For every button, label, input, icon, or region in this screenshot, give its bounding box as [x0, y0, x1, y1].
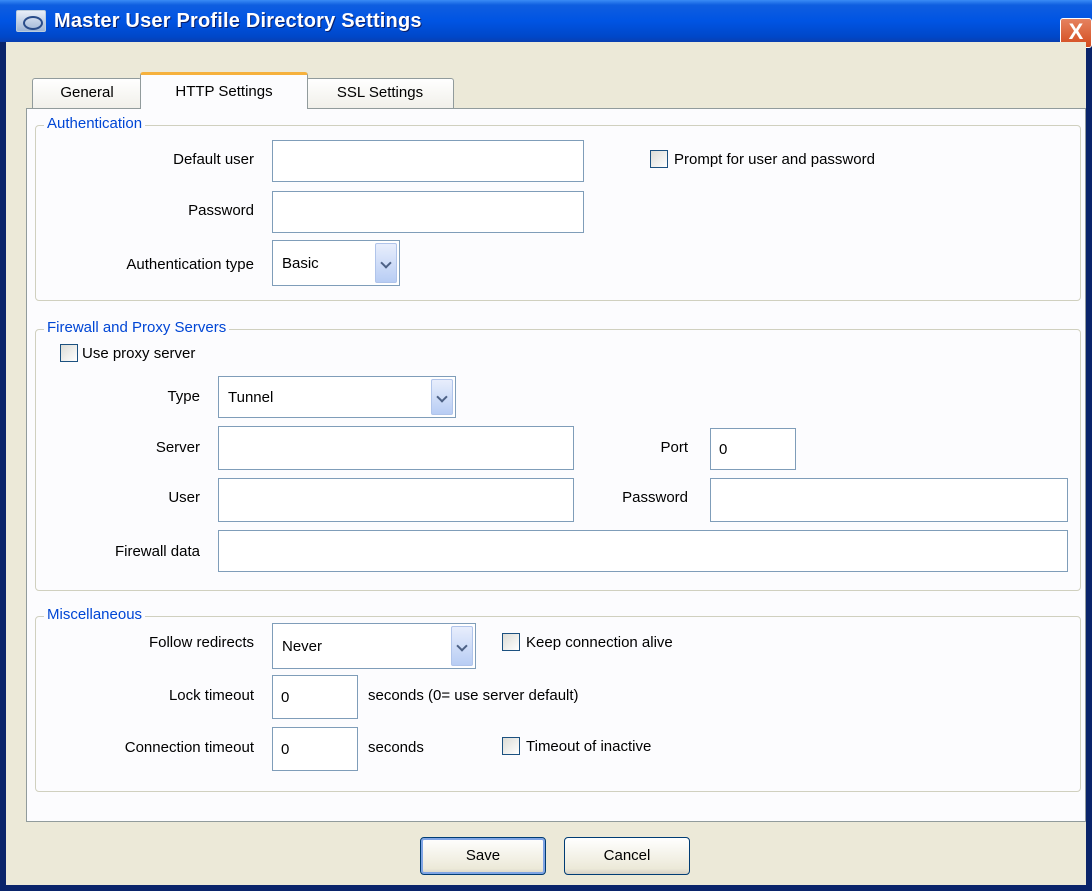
- use-proxy-label[interactable]: Use proxy server: [82, 345, 195, 362]
- chevron-down-icon[interactable]: [451, 626, 473, 666]
- lock-timeout-label: Lock timeout: [168, 687, 254, 704]
- save-button[interactable]: Save: [420, 837, 546, 875]
- follow-redirects-label: Follow redirects: [148, 634, 254, 651]
- connection-timeout-suffix: seconds: [368, 739, 424, 756]
- proxy-type-select[interactable]: Tunnel: [218, 376, 456, 418]
- tab-ssl-settings[interactable]: SSL Settings: [306, 78, 454, 108]
- authentication-legend: Authentication: [44, 115, 146, 132]
- firewall-proxy-legend: Firewall and Proxy Servers: [44, 319, 230, 336]
- title-bar[interactable]: Master User Profile Directory Settings X: [0, 0, 1092, 48]
- port-input[interactable]: 0: [710, 428, 796, 470]
- cancel-button[interactable]: Cancel: [564, 837, 690, 875]
- port-label: Port: [660, 439, 688, 456]
- proxy-type-label: Type: [167, 388, 200, 405]
- connection-timeout-input[interactable]: 0: [272, 727, 358, 771]
- prompt-user-password-label[interactable]: Prompt for user and password: [674, 151, 875, 168]
- auth-type-value: Basic: [282, 254, 319, 272]
- timeout-inactive-checkbox[interactable]: [502, 737, 520, 755]
- app-icon: [16, 10, 46, 32]
- server-label: Server: [155, 439, 200, 456]
- proxy-password-input[interactable]: [710, 478, 1068, 522]
- default-user-input[interactable]: [272, 140, 584, 182]
- password-label: Password: [188, 202, 254, 219]
- dialog-window: Master User Profile Directory Settings X…: [0, 0, 1092, 891]
- proxy-type-value: Tunnel: [228, 388, 274, 406]
- firewall-data-label: Firewall data: [114, 543, 200, 560]
- keep-alive-checkbox[interactable]: [502, 633, 520, 651]
- firewall-data-input[interactable]: [218, 530, 1068, 572]
- default-user-label: Default user: [173, 151, 254, 168]
- miscellaneous-group: Miscellaneous Follow redirects Never Kee…: [35, 606, 1081, 792]
- auth-type-select[interactable]: Basic: [272, 240, 400, 286]
- miscellaneous-legend: Miscellaneous: [44, 606, 146, 623]
- password-input[interactable]: [272, 191, 584, 233]
- dialog-client-area: General HTTP Settings SSL Settings Authe…: [6, 42, 1086, 885]
- chevron-down-icon[interactable]: [375, 243, 397, 283]
- lock-timeout-input[interactable]: 0: [272, 675, 358, 719]
- chevron-down-icon[interactable]: [431, 379, 453, 415]
- tab-http-settings[interactable]: HTTP Settings: [140, 72, 308, 109]
- proxy-password-label: Password: [622, 489, 688, 506]
- proxy-user-label: User: [168, 489, 200, 506]
- prompt-user-password-checkbox[interactable]: [650, 150, 668, 168]
- window-title: Master User Profile Directory Settings: [54, 10, 422, 32]
- tab-general[interactable]: General: [32, 78, 142, 108]
- use-proxy-checkbox[interactable]: [60, 344, 78, 362]
- connection-timeout-label: Connection timeout: [124, 739, 254, 756]
- follow-redirects-select[interactable]: Never: [272, 623, 476, 669]
- timeout-inactive-label[interactable]: Timeout of inactive: [526, 738, 651, 755]
- keep-alive-label[interactable]: Keep connection alive: [526, 634, 673, 651]
- proxy-user-input[interactable]: [218, 478, 574, 522]
- http-settings-panel: Authentication Default user Password Aut…: [26, 108, 1086, 822]
- follow-redirects-value: Never: [282, 637, 323, 655]
- auth-type-label: Authentication type: [126, 256, 254, 273]
- server-input[interactable]: [218, 426, 574, 470]
- lock-timeout-suffix: seconds (0= use server default): [368, 687, 579, 704]
- authentication-group: Authentication Default user Password Aut…: [35, 115, 1081, 301]
- firewall-proxy-group: Firewall and Proxy Servers Use proxy ser…: [35, 319, 1081, 591]
